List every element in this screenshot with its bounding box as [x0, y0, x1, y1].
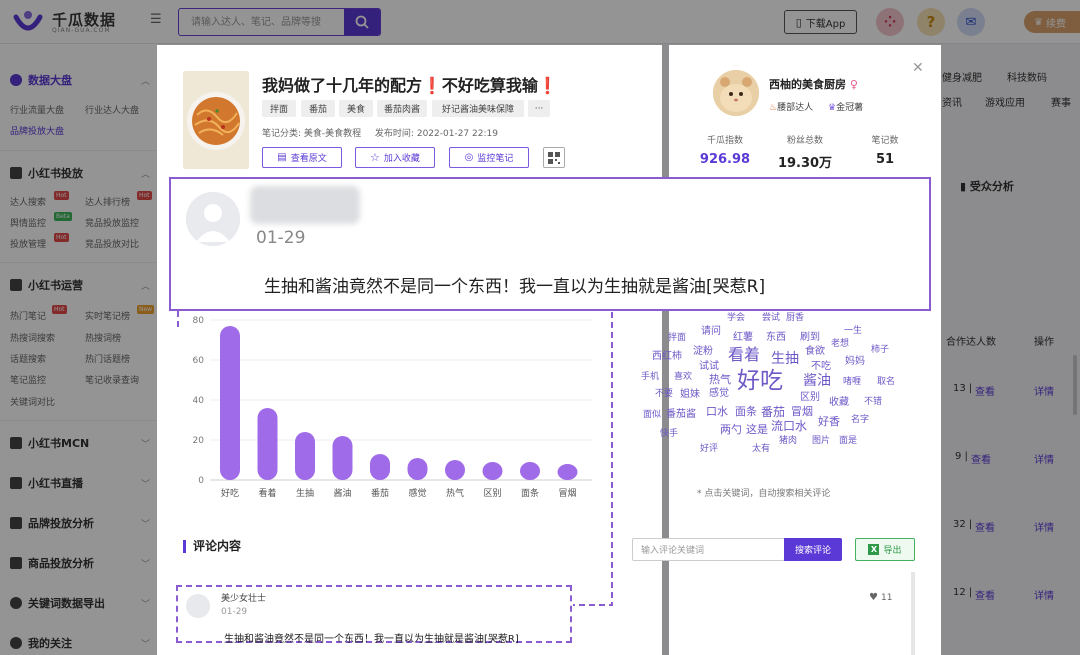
callout-connector: [177, 311, 613, 606]
